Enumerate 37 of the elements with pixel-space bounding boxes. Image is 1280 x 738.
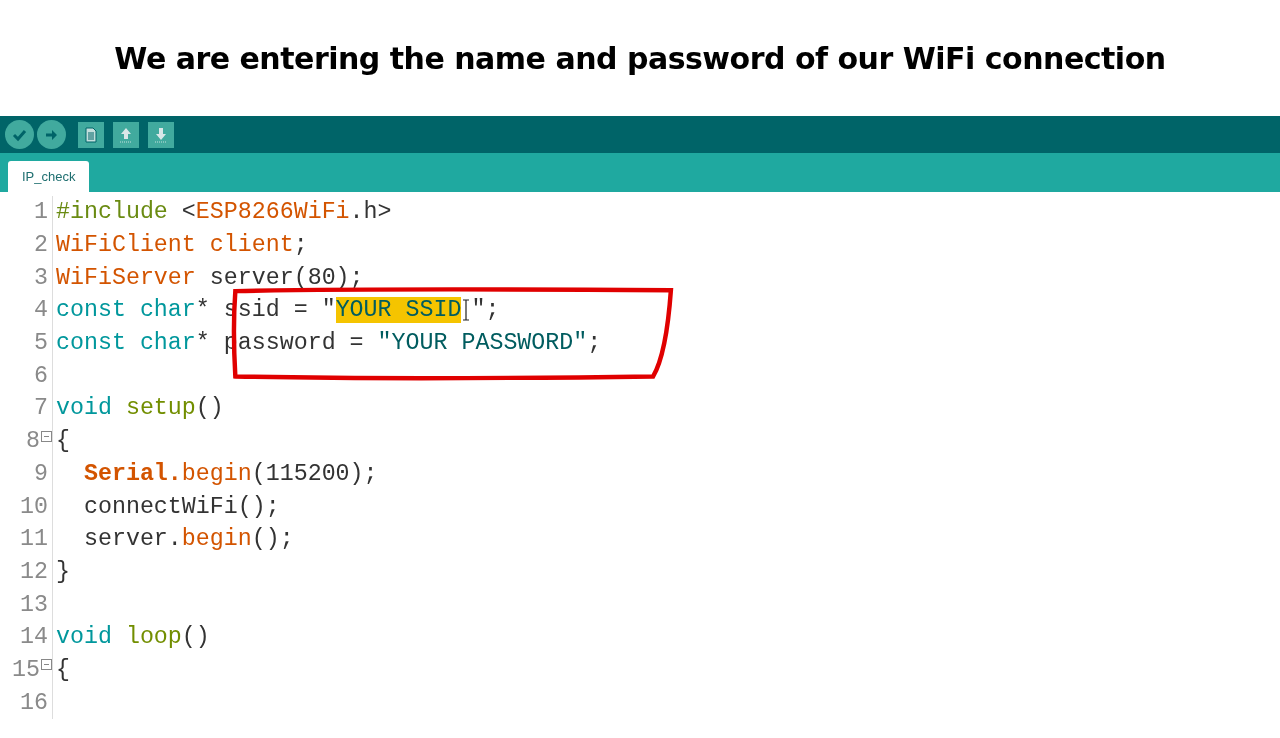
code-line: #include <ESP8266WiFi.h> xyxy=(55,198,392,228)
text-cursor-icon xyxy=(462,299,471,322)
code-line: { xyxy=(55,427,70,457)
down-arrow-button[interactable] xyxy=(148,121,174,148)
right-arrow-button[interactable] xyxy=(37,120,66,149)
document-button[interactable] xyxy=(78,121,104,148)
code-line: void setup() xyxy=(55,394,224,424)
line-number: 4 xyxy=(34,297,48,324)
line-number: 12 xyxy=(20,558,48,585)
code-line: void loop() xyxy=(55,623,210,653)
code-line: server.begin(); xyxy=(82,525,294,555)
code-line: Serial.begin(115200); xyxy=(82,459,378,489)
code-line: { xyxy=(55,655,70,685)
collapse-icon[interactable] xyxy=(41,430,52,442)
code-line: } xyxy=(55,557,70,587)
code-line: connectWiFi(); xyxy=(82,492,280,522)
line-number: 10 xyxy=(20,493,48,520)
line-number: 3 xyxy=(34,264,48,291)
up-arrow-button[interactable] xyxy=(113,121,139,148)
caption-text: We are entering the name and password of our WiFi connection xyxy=(114,40,1166,76)
check-button[interactable] xyxy=(5,120,34,149)
code-line: WiFiServer server(80); xyxy=(55,263,364,293)
line-number: 8 xyxy=(26,428,40,455)
line-number: 15 xyxy=(12,656,40,683)
line-number: 6 xyxy=(34,362,48,389)
collapse-icon[interactable] xyxy=(41,659,52,671)
line-number: 2 xyxy=(34,232,48,259)
line-number: 1 xyxy=(34,199,48,226)
line-number: 7 xyxy=(34,395,48,422)
line-number: 14 xyxy=(20,624,48,651)
code-line: WiFiClient client; xyxy=(55,231,308,261)
line-number: 5 xyxy=(34,330,48,357)
line-number: 16 xyxy=(20,689,48,716)
line-number: 13 xyxy=(20,591,48,618)
file-tab[interactable]: IP_check xyxy=(8,161,90,192)
line-number: 11 xyxy=(20,526,48,553)
line-number: 9 xyxy=(34,460,48,487)
